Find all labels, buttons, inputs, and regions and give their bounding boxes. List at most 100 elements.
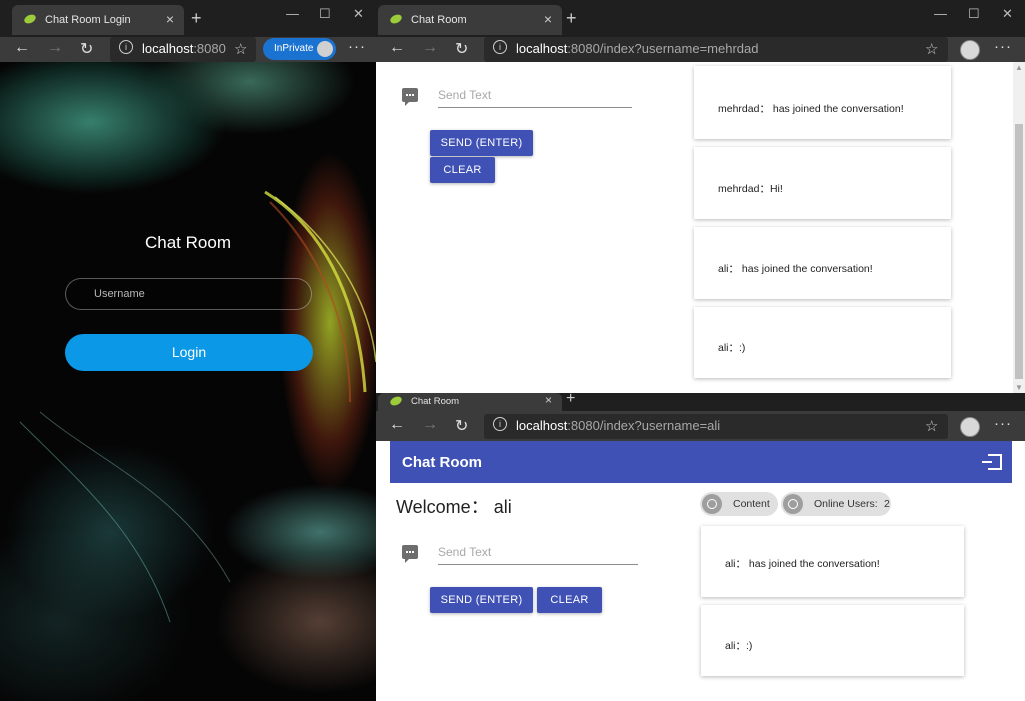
- forward-icon[interactable]: →: [422, 416, 438, 434]
- back-icon[interactable]: ←: [389, 39, 405, 57]
- logout-icon[interactable]: [982, 454, 1002, 470]
- info-icon[interactable]: i: [493, 40, 507, 54]
- new-tab-icon[interactable]: +: [191, 8, 202, 29]
- more-icon[interactable]: ···: [994, 415, 1012, 432]
- new-tab-icon[interactable]: +: [566, 393, 575, 408]
- content-chip[interactable]: Content: [700, 492, 778, 516]
- send-text-placeholder: Send Text: [438, 88, 492, 102]
- message-card: ali：:): [701, 605, 964, 676]
- refresh-icon[interactable]: ↻: [80, 39, 93, 59]
- send-button[interactable]: SEND (ENTER): [430, 587, 533, 613]
- info-icon[interactable]: i: [493, 417, 507, 431]
- tab-chat-room-login[interactable]: Chat Room Login ×: [12, 5, 184, 35]
- address-bar[interactable]: i localhost:8080/index?username=ali ☆: [484, 414, 948, 439]
- favorite-star-icon[interactable]: ☆: [234, 40, 247, 58]
- message-card: mehrdad：Hi!: [694, 147, 951, 219]
- message-card: ali：:): [694, 307, 951, 378]
- send-button[interactable]: SEND (ENTER): [430, 130, 533, 156]
- forward-icon[interactable]: →: [47, 39, 63, 57]
- profile-avatar-icon: [317, 41, 333, 57]
- leaf-icon: [24, 14, 36, 24]
- scrollbar-thumb[interactable]: [1015, 124, 1023, 379]
- back-icon[interactable]: ←: [389, 416, 405, 434]
- close-tab-icon[interactable]: ×: [544, 11, 552, 27]
- favorite-star-icon[interactable]: ☆: [925, 40, 938, 58]
- chat-page: Send Text SEND (ENTER) CLEAR mehrdad： ha…: [376, 62, 1025, 393]
- tab-chat-room[interactable]: Chat Room ×: [378, 5, 562, 35]
- scroll-down-icon[interactable]: ▼: [1015, 383, 1023, 392]
- send-text-placeholder: Send Text: [438, 545, 492, 559]
- login-button[interactable]: Login: [65, 334, 313, 371]
- inprivate-badge[interactable]: InPrivate: [263, 38, 336, 60]
- scroll-up-icon[interactable]: ▲: [1015, 63, 1023, 72]
- online-users-chip[interactable]: Online Users: 2: [781, 492, 891, 516]
- message-text: ali：:): [718, 342, 746, 354]
- message-icon: [402, 545, 418, 563]
- close-tab-icon[interactable]: ×: [166, 11, 174, 27]
- more-icon[interactable]: ···: [994, 38, 1012, 55]
- tab-chat-room[interactable]: Chat Room ×: [378, 393, 562, 411]
- tab-title: Chat Room: [411, 396, 460, 407]
- message-text: ali：:): [725, 640, 753, 652]
- vertical-scrollbar[interactable]: ▲ ▼: [1013, 62, 1025, 393]
- app-title: Chat Room: [402, 454, 482, 471]
- close-tab-icon[interactable]: ×: [545, 393, 552, 407]
- login-title: Chat Room: [145, 233, 231, 252]
- address-bar[interactable]: i localhost:8080 ☆: [110, 37, 256, 62]
- url-text: localhost:8080: [142, 41, 226, 56]
- message-text: mehrdad：Hi!: [718, 183, 783, 195]
- tab-title: Chat Room Login: [45, 14, 131, 26]
- clear-button[interactable]: CLEAR: [537, 587, 602, 613]
- message-card: mehrdad： has joined the conversation!: [694, 66, 951, 139]
- login-browser-window: Chat Room Login × + — ☐ ✕ ← → ↻ i localh…: [0, 0, 376, 701]
- send-text-input[interactable]: Send Text: [438, 545, 638, 565]
- browser-toolbar: ← → ↻ i localhost:8080/index?username=al…: [376, 411, 1025, 441]
- login-page-background: [0, 62, 376, 701]
- back-icon[interactable]: ←: [14, 39, 30, 57]
- profile-avatar-icon[interactable]: [960, 417, 980, 437]
- browser-toolbar: ← → ↻ i localhost:8080/index?username=me…: [376, 37, 1025, 62]
- ali-browser-window: Chat Room × + ← → ↻ i localhost:8080/ind…: [376, 393, 1025, 701]
- forward-icon[interactable]: →: [422, 39, 438, 57]
- tab-title: Chat Room: [411, 14, 467, 26]
- username-input[interactable]: Username: [65, 278, 312, 310]
- favorite-star-icon[interactable]: ☆: [925, 417, 938, 435]
- maximize-icon[interactable]: ☐: [319, 6, 331, 22]
- minimize-icon[interactable]: —: [934, 6, 947, 21]
- chat-page: Chat Room Welcome： ali Content Online Us…: [376, 441, 1025, 701]
- refresh-icon[interactable]: ↻: [455, 416, 468, 436]
- profile-avatar-icon[interactable]: [960, 40, 980, 60]
- message-text: mehrdad： has joined the conversation!: [718, 103, 904, 115]
- tab-strip: Chat Room × +: [376, 393, 1025, 411]
- app-bar: Chat Room: [390, 441, 1012, 483]
- url-text: localhost:8080/index?username=ali: [516, 418, 721, 433]
- online-users-label: Online Users:: [814, 498, 878, 510]
- clear-button[interactable]: CLEAR: [430, 157, 495, 183]
- content-chip-label: Content: [733, 498, 770, 510]
- new-tab-icon[interactable]: +: [566, 8, 577, 29]
- mehrdad-browser-window: Chat Room × + — ☐ ✕ ← → ↻ i localhost:80…: [376, 0, 1025, 393]
- url-text: localhost:8080/index?username=mehrdad: [516, 41, 759, 56]
- inprivate-label: InPrivate: [274, 43, 314, 54]
- send-text-input[interactable]: Send Text: [438, 88, 632, 108]
- maximize-icon[interactable]: ☐: [968, 6, 980, 22]
- minimize-icon[interactable]: —: [286, 6, 299, 21]
- message-icon: [402, 88, 418, 106]
- close-window-icon[interactable]: ✕: [1002, 6, 1013, 22]
- address-bar[interactable]: i localhost:8080/index?username=mehrdad …: [484, 37, 948, 62]
- browser-toolbar: ← → ↻ i localhost:8080 ☆ InPrivate ···: [0, 37, 376, 62]
- refresh-icon[interactable]: ↻: [455, 39, 468, 59]
- users-icon: [783, 494, 803, 514]
- online-users-count: 2: [884, 498, 890, 510]
- message-text: ali： has joined the conversation!: [725, 558, 880, 570]
- message-card: ali： has joined the conversation!: [694, 227, 951, 299]
- leaf-icon: [390, 396, 402, 406]
- leaf-icon: [390, 14, 402, 24]
- tab-strip: Chat Room × + — ☐ ✕: [376, 0, 1025, 37]
- message-text: ali： has joined the conversation!: [718, 263, 873, 275]
- more-icon[interactable]: ···: [348, 38, 366, 55]
- close-window-icon[interactable]: ✕: [353, 6, 364, 22]
- smiley-icon: [702, 494, 722, 514]
- info-icon[interactable]: i: [119, 40, 133, 54]
- message-card: ali： has joined the conversation!: [701, 526, 964, 597]
